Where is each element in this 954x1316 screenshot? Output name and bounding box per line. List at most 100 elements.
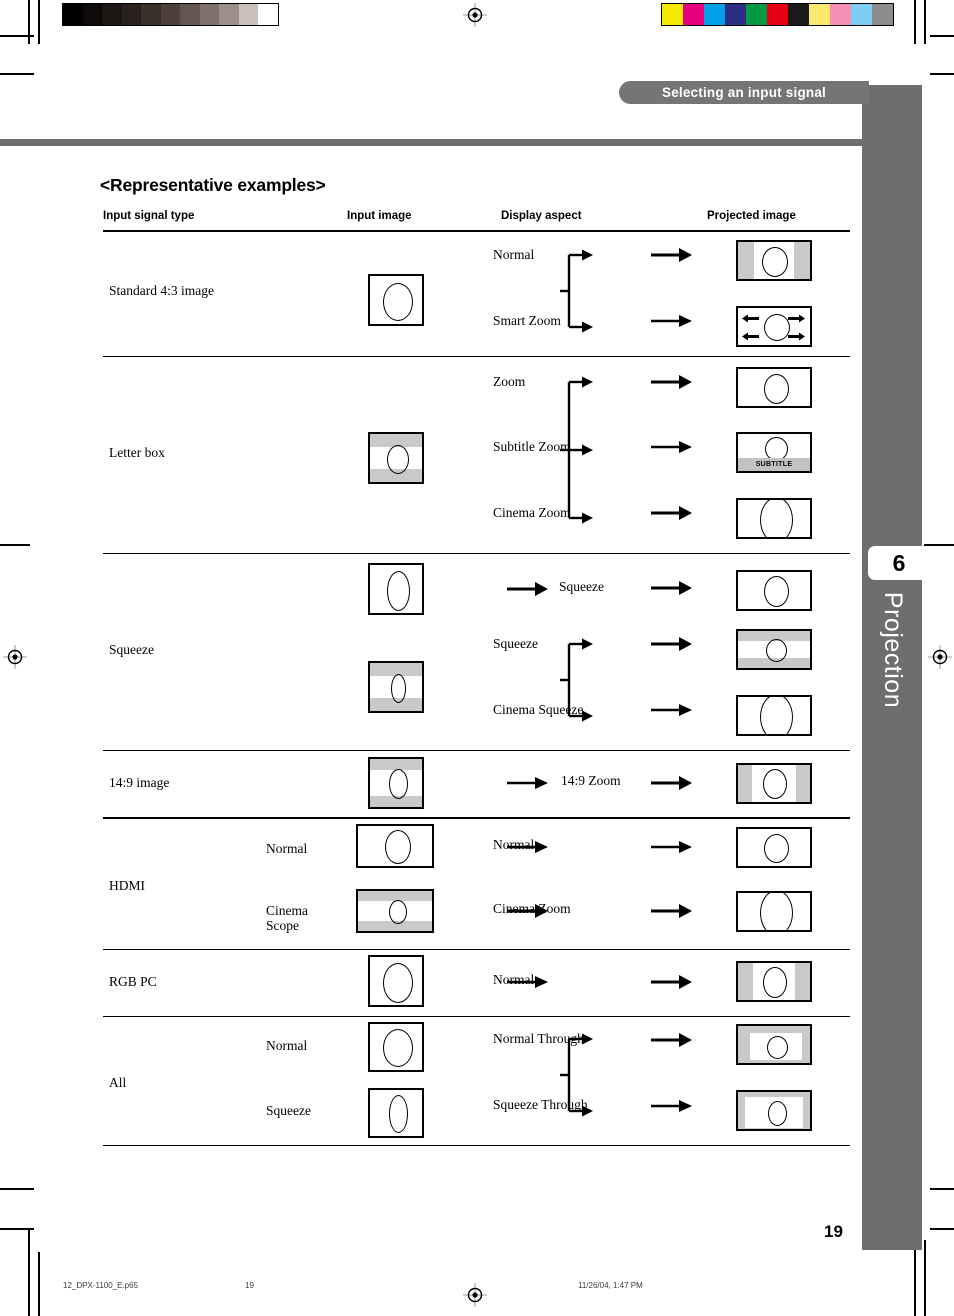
crop-mark-tr-v — [914, 0, 916, 44]
registration-mark-bottom — [463, 1283, 487, 1307]
row-label-rgb-pc: RGB PC — [109, 973, 157, 989]
chapter-number-tab: 6 — [868, 546, 930, 580]
crop-mark-right-mid — [924, 544, 954, 546]
column-header-input-image: Input image — [347, 210, 412, 222]
ellipse-shape — [383, 1028, 413, 1067]
crop-mark-br-h — [930, 1188, 954, 1190]
projected-image-squeeze-a — [736, 570, 812, 612]
grayscale-calibration-bar — [62, 3, 279, 26]
color-swatch — [704, 4, 725, 25]
crop-mark-br-v — [914, 1240, 916, 1316]
page-title: <Representative examples> — [100, 175, 326, 195]
pillarbox-left — [738, 765, 752, 803]
column-header-display-aspect: Display aspect — [501, 210, 582, 222]
crop-mark-tl-v2 — [38, 0, 40, 44]
crop-mark-tr-h — [930, 35, 954, 37]
sub-label-all-squeeze: Squeeze — [266, 1102, 311, 1118]
section-title-text: Selecting an input signal — [661, 85, 827, 100]
grayscale-swatch — [219, 4, 239, 25]
crop-mark-bl-v2 — [38, 1252, 40, 1316]
flow-arrow-icon — [651, 974, 693, 990]
aspect-label: Subtitle Zoom — [493, 439, 571, 455]
representative-examples-table: Input signal type Input image Display as… — [103, 208, 850, 1146]
grayscale-swatch — [180, 4, 200, 25]
table-row: HDMI Normal Cinema Scope Normal Cinema Z… — [103, 819, 850, 949]
color-swatch — [662, 4, 683, 25]
grayscale-swatch — [63, 4, 83, 25]
pillarbox-left — [738, 962, 753, 1000]
crop-mark-br-v2 — [924, 1240, 926, 1316]
row-label-squeeze: Squeeze — [109, 642, 154, 658]
color-swatch — [851, 4, 872, 25]
row-label-letter-box: Letter box — [109, 445, 165, 461]
projected-image-squeeze-b — [736, 629, 812, 671]
ellipse-shape — [764, 576, 789, 608]
flow-arrow-icon — [651, 636, 693, 652]
color-swatch — [683, 4, 704, 25]
ellipse-shape — [387, 571, 410, 612]
projected-image-zoom — [736, 367, 812, 409]
flow-arrow-icon — [651, 1032, 693, 1048]
ellipse-shape — [763, 769, 787, 800]
flow-arrow-icon — [651, 313, 693, 329]
table-row: All Normal Squeeze Normal Through Squeez… — [103, 1017, 850, 1145]
flow-arrow-icon — [507, 775, 549, 791]
flow-arrow-icon — [651, 775, 693, 791]
input-image-hdmi-normal — [356, 823, 434, 868]
aspect-label: Cinema Zoom — [493, 900, 571, 916]
smart-zoom-arrow-icon — [742, 314, 760, 323]
input-image-14-9 — [368, 757, 424, 810]
color-swatch — [746, 4, 767, 25]
subtitle-badge: SUBTITLE — [738, 458, 810, 472]
crop-mark-left-mid — [0, 544, 30, 546]
sub-label-hdmi-normal: Normal — [266, 840, 308, 856]
color-calibration-bar — [661, 3, 894, 26]
ellipse-shape — [383, 962, 413, 1003]
column-header-projected-image: Projected image — [707, 210, 796, 222]
color-swatch — [788, 4, 809, 25]
crop-mark-bl-h — [0, 1188, 34, 1190]
flow-arrow-icon — [507, 581, 549, 597]
ellipse-shape — [760, 697, 793, 735]
input-image-standard-43 — [368, 274, 424, 327]
projected-image-cinema-zoom — [736, 498, 812, 540]
header-divider-rule — [0, 139, 862, 146]
aspect-label: Normal — [493, 247, 535, 263]
ellipse-shape — [385, 829, 411, 864]
crop-mark-tl-v — [28, 0, 30, 44]
ellipse-shape — [383, 283, 413, 322]
crop-mark-tl-h2 — [0, 73, 34, 75]
imprint-filename: 12_DPX-1100_E.p65 — [63, 1281, 139, 1290]
flow-arrow-icon — [651, 1098, 693, 1114]
table-bottom-rule — [103, 1144, 850, 1146]
flow-arrow-icon — [651, 247, 693, 263]
aspect-label: Normal — [493, 971, 535, 987]
input-image-squeeze-a — [368, 563, 424, 616]
grayscale-swatch — [102, 4, 122, 25]
grayscale-swatch — [141, 4, 161, 25]
table-header-row: Input signal type Input image Display as… — [103, 208, 850, 230]
smart-zoom-arrow-icon — [787, 332, 805, 341]
projected-image-squeeze-through — [736, 1089, 812, 1131]
ellipse-shape — [768, 1100, 787, 1126]
color-swatch — [872, 4, 893, 25]
smart-zoom-arrow-icon — [742, 332, 760, 341]
projected-image-hdmi-cinema-zoom — [736, 890, 812, 932]
projected-image-smart-zoom — [736, 306, 812, 348]
flow-arrow-icon — [651, 439, 693, 455]
letterbox-top-bar — [358, 890, 432, 901]
imprint-timestamp: 11/26/04, 1:47 PM — [578, 1281, 643, 1290]
projected-image-normal-through — [736, 1023, 812, 1065]
ellipse-shape — [389, 1094, 408, 1133]
ellipse-shape — [767, 1035, 788, 1059]
aspect-label: 14:9 Zoom — [561, 773, 621, 789]
input-image-all-normal — [368, 1021, 424, 1072]
subtitle-badge-text: SUBTITLE — [755, 461, 793, 469]
sub-label-hdmi-cinema-scope: Cinema Scope — [266, 902, 308, 934]
column-header-input-signal-type: Input signal type — [103, 210, 195, 222]
input-image-squeeze-b — [368, 661, 424, 714]
aspect-label: Normal — [493, 836, 535, 852]
aspect-label: Squeeze — [493, 636, 538, 652]
crop-mark-tr-h2 — [930, 73, 954, 75]
grayscale-swatch — [258, 4, 278, 25]
